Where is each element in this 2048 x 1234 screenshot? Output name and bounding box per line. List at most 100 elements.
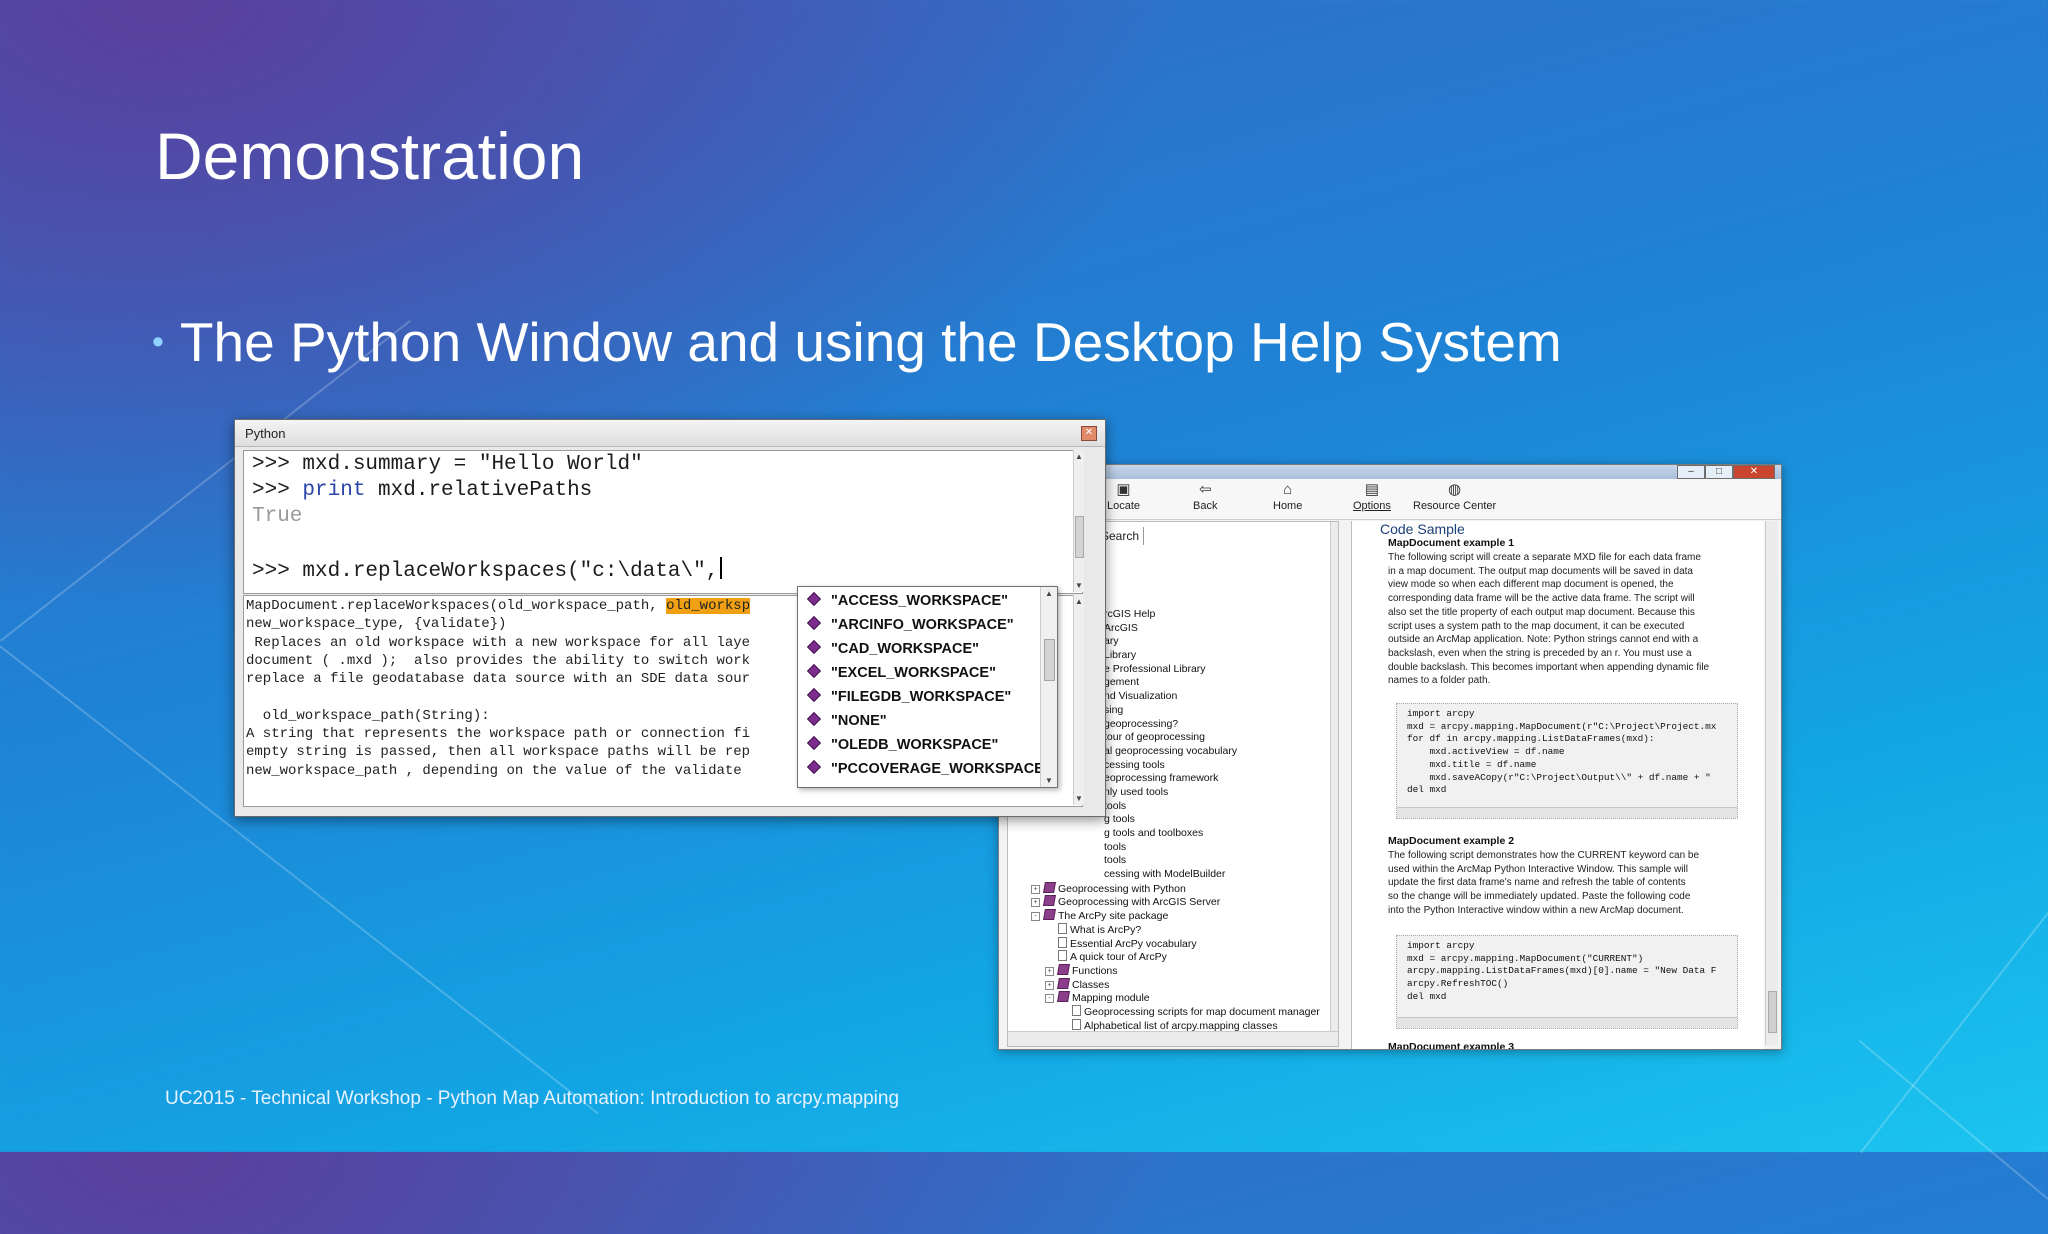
python-window-titlebar[interactable]: Python ✕: [235, 420, 1105, 447]
collapse-icon[interactable]: -: [1031, 912, 1040, 922]
expand-icon[interactable]: +: [1045, 980, 1054, 990]
code-line: mxd.saveACopy(r"C:\Project\Output\\" + d…: [1407, 771, 1711, 783]
scrollbar-thumb[interactable]: [1044, 639, 1055, 681]
back-arrow-icon: ⇦: [1198, 481, 1212, 498]
locate-button[interactable]: ▣ Locate: [1107, 481, 1140, 513]
minimize-icon[interactable]: –: [1677, 465, 1705, 479]
autocomplete-item[interactable]: "EXCEL_WORKSPACE": [806, 662, 996, 684]
scroll-up-icon[interactable]: ▲: [1075, 597, 1083, 606]
expand-icon[interactable]: +: [1031, 884, 1040, 894]
autocomplete-scrollbar[interactable]: ▲ ▼: [1040, 587, 1057, 787]
tree-item[interactable]: tools: [1008, 854, 1328, 868]
book-icon: [1057, 963, 1070, 975]
collapse-icon[interactable]: -: [1045, 994, 1054, 1004]
console-vertical-scrollbar[interactable]: ▲ ▼: [1073, 450, 1084, 592]
autocomplete-item[interactable]: "ACCESS_WORKSPACE": [806, 590, 1008, 612]
example-1-title: MapDocument example 1: [1388, 537, 1515, 549]
back-button[interactable]: ⇦ Back: [1193, 481, 1217, 513]
tree-item[interactable]: + Classes: [1008, 977, 1328, 992]
bullet-item: • The Python Window and using the Deskto…: [152, 310, 1562, 374]
scrollbar-thumb[interactable]: [1075, 516, 1084, 558]
help-line: Replaces an old workspace with a new wor…: [246, 634, 751, 651]
paragraph-line: script uses a system path to the map doc…: [1388, 620, 1685, 632]
scroll-down-icon[interactable]: ▼: [1075, 581, 1083, 590]
code-line: mxd = arcpy.mapping.MapDocument("CURRENT…: [1407, 952, 1644, 964]
scroll-down-icon[interactable]: ▼: [1075, 794, 1083, 803]
options-button[interactable]: ▤ Options: [1353, 481, 1391, 513]
maximize-icon[interactable]: □: [1705, 465, 1733, 479]
help-content-pane: Code Sample MapDocument example 1 The fo…: [1351, 521, 1764, 1049]
tree-item[interactable]: Essential ArcPy vocabulary: [1008, 936, 1328, 951]
console-input-line[interactable]: >>> mxd.replaceWorkspaces("c:\data\",: [252, 557, 723, 583]
tree-item[interactable]: + Geoprocessing with ArcGIS Server: [1008, 895, 1328, 909]
book-icon: [1043, 881, 1056, 893]
paragraph-line: also set the title property of each outp…: [1388, 606, 1695, 618]
paragraph-line: double backslash. This becomes important…: [1388, 661, 1710, 673]
scroll-up-icon[interactable]: ▲: [1075, 452, 1083, 461]
background-line: [1858, 1040, 2048, 1234]
help-line: A string that represents the workspace p…: [246, 726, 751, 743]
book-icon: [1057, 977, 1070, 989]
page-icon: [1072, 1004, 1081, 1016]
book-icon: [1043, 909, 1056, 921]
close-icon[interactable]: ✕: [1081, 426, 1097, 441]
paragraph-line: names to a folder path.: [1388, 675, 1491, 687]
constant-icon: [806, 711, 822, 727]
close-icon[interactable]: ✕: [1733, 465, 1775, 479]
bullet-dot-icon: •: [152, 322, 164, 361]
example-2-code: import arcpy mxd = arcpy.mapping.MapDocum…: [1396, 935, 1738, 1029]
help-pane-vertical-scrollbar[interactable]: ▲ ▼: [1073, 595, 1084, 805]
resource-center-button[interactable]: ◍ Resource Center: [1413, 481, 1496, 513]
tree-horizontal-scrollbar[interactable]: [1008, 1031, 1338, 1046]
globe-icon: ◍: [1448, 481, 1462, 498]
autocomplete-item[interactable]: "ARCINFO_WORKSPACE": [806, 614, 1014, 636]
python-console[interactable]: >>> mxd.summary = "Hello World" >>> prin…: [243, 450, 1083, 594]
tree-item[interactable]: tools: [1008, 841, 1328, 855]
autocomplete-item[interactable]: "PCCOVERAGE_WORKSPACE": [806, 758, 1051, 780]
paragraph-line: The following script will create a separ…: [1388, 552, 1701, 563]
code-line: arcpy.mapping.ListDataFrames(mxd)[0].nam…: [1407, 965, 1717, 977]
home-button[interactable]: ⌂ Home: [1273, 481, 1302, 513]
autocomplete-item[interactable]: "NONE": [806, 710, 887, 732]
example-2-title: MapDocument example 2: [1388, 835, 1515, 847]
paragraph-line: view mode so when each different map doc…: [1388, 579, 1674, 591]
help-line: new_workspace_path , depending on the va…: [246, 762, 751, 779]
autocomplete-item[interactable]: "FILEGDB_WORKSPACE": [806, 686, 1011, 708]
expand-icon[interactable]: +: [1045, 966, 1054, 976]
code-line: import arcpy: [1407, 940, 1475, 951]
code-line: del mxd: [1407, 784, 1447, 796]
autocomplete-item[interactable]: "OLEDB_WORKSPACE": [806, 734, 998, 756]
tree-item[interactable]: cessing with ModelBuilder: [1008, 868, 1328, 882]
code-horizontal-scrollbar[interactable]: [1397, 807, 1737, 818]
scrollbar-thumb[interactable]: [1768, 991, 1777, 1033]
content-vertical-scrollbar[interactable]: [1765, 521, 1778, 1045]
tree-item[interactable]: g tools and toolboxes: [1008, 827, 1328, 841]
autocomplete-item[interactable]: "CAD_WORKSPACE": [806, 638, 979, 660]
help-window-titlebar[interactable]: – □ ✕: [999, 465, 1781, 479]
help-line: new_workspace_type, {validate}): [246, 616, 507, 633]
tree-item[interactable]: Alphabetical list of arcpy.mapping const…: [1008, 1046, 1328, 1047]
expand-icon[interactable]: +: [1031, 898, 1040, 908]
paragraph-line: backslash, even when the string is prece…: [1388, 647, 1692, 659]
autocomplete-list[interactable]: "ACCESS_WORKSPACE" "ARCINFO_WORKSPACE" "CA…: [797, 586, 1058, 788]
code-horizontal-scrollbar[interactable]: [1397, 1017, 1737, 1028]
help-line: document ( .mxd ); also provides the abi…: [246, 652, 751, 669]
tree-item[interactable]: What is ArcPy?: [1008, 922, 1328, 937]
scroll-up-icon[interactable]: ▲: [1045, 589, 1053, 598]
tree-item[interactable]: Geoprocessing scripts for map document m…: [1008, 1004, 1328, 1019]
book-icon: [1057, 991, 1070, 1003]
tree-item[interactable]: - Mapping module: [1008, 991, 1328, 1005]
text-caret: [720, 557, 723, 579]
tree-item[interactable]: + Geoprocessing with Python: [1008, 881, 1328, 896]
tree-item[interactable]: - The ArcPy site package: [1008, 909, 1328, 923]
tree-vertical-scrollbar[interactable]: [1330, 522, 1338, 1032]
constant-icon: [806, 735, 822, 751]
constant-icon: [806, 591, 822, 607]
code-sample-heading: Code Sample: [1380, 521, 1465, 537]
scroll-down-icon[interactable]: ▼: [1045, 776, 1053, 785]
tree-item[interactable]: + Functions: [1008, 963, 1328, 978]
slide-title: Demonstration: [155, 119, 585, 193]
help-toolbar: ▣ Locate ⇦ Back ⌂ Home ▤ Options ◍ Resource C…: [999, 479, 1781, 520]
tree-item[interactable]: A quick tour of ArcPy: [1008, 950, 1328, 964]
paragraph-line: so the change will be immediately update…: [1388, 891, 1691, 903]
